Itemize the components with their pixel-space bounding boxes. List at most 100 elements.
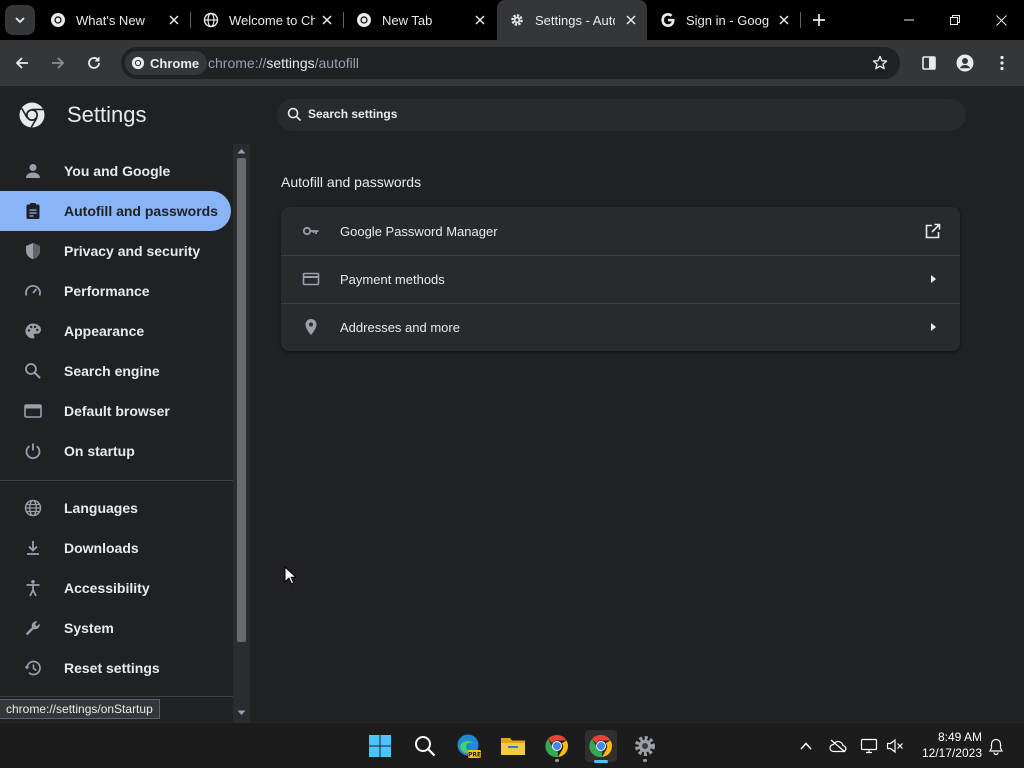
- external-link-icon[interactable]: [924, 222, 942, 240]
- close-icon[interactable]: [319, 12, 335, 28]
- tab-settings[interactable]: Settings - Auto: [497, 0, 647, 40]
- tab-title: Welcome to Ch: [229, 12, 315, 28]
- back-button[interactable]: [8, 49, 36, 77]
- search-icon: [287, 107, 302, 122]
- settings-search[interactable]: Search settings: [277, 99, 966, 131]
- reload-icon: [88, 57, 100, 69]
- close-icon[interactable]: [776, 12, 792, 28]
- sidebar-item-accessibility[interactable]: Accessibility: [0, 568, 231, 608]
- minimize-button[interactable]: [886, 0, 932, 40]
- sidebar-item-search-engine[interactable]: Search engine: [0, 351, 231, 391]
- taskbar-settings[interactable]: [629, 730, 661, 762]
- running-indicator: [555, 759, 559, 762]
- chrome-icon: [131, 56, 145, 70]
- accessibility-icon: [26, 580, 40, 597]
- sidebar-item-privacy[interactable]: Privacy and security: [0, 231, 231, 271]
- sidebar-item-you-and-google[interactable]: You and Google: [0, 151, 231, 191]
- reload-button[interactable]: [80, 49, 108, 77]
- sidebar-item-label: Search engine: [64, 363, 160, 379]
- cloud-offline-icon: [829, 739, 847, 753]
- tab-new-tab[interactable]: New Tab: [344, 0, 496, 40]
- system-clock[interactable]: 8:49 AM 12/17/2023: [912, 729, 982, 761]
- address-bar[interactable]: Chrome chrome://settings/autofill: [121, 47, 900, 79]
- tab-title: Settings - Auto: [535, 12, 615, 28]
- sidebar-item-reset-settings[interactable]: Reset settings: [0, 648, 231, 688]
- sidebar-item-system[interactable]: System: [0, 608, 231, 648]
- network-icon: [860, 738, 878, 754]
- sidebar-item-languages[interactable]: Languages: [0, 488, 231, 528]
- url-text[interactable]: chrome://settings/autofill: [208, 55, 359, 71]
- settings-gear-icon: [635, 736, 655, 756]
- arrow-left-icon: [15, 57, 28, 69]
- tab-welcome[interactable]: Welcome to Ch: [191, 0, 343, 40]
- restore-button[interactable]: [932, 0, 978, 40]
- sidebar-item-appearance[interactable]: Appearance: [0, 311, 231, 351]
- scroll-up-icon[interactable]: [237, 148, 246, 154]
- notifications-button[interactable]: [986, 736, 1006, 756]
- taskbar-chrome-active[interactable]: [585, 730, 617, 763]
- forward-button[interactable]: [44, 49, 72, 77]
- palette-icon: [25, 323, 41, 339]
- taskbar-file-explorer[interactable]: [497, 730, 529, 762]
- chrome-icon: [51, 13, 65, 27]
- scrollbar-thumb[interactable]: [237, 158, 246, 642]
- taskbar-search-button[interactable]: [409, 730, 441, 762]
- sidebar-item-label: Privacy and security: [64, 243, 201, 259]
- power-icon: [25, 443, 41, 460]
- tab-sign-in[interactable]: Sign in - Googl: [648, 0, 800, 40]
- password-manager-row[interactable]: Google Password Manager: [281, 207, 960, 255]
- menu-button[interactable]: [988, 49, 1016, 77]
- row-label: Addresses and more: [340, 320, 460, 335]
- onedrive-tray[interactable]: [828, 736, 848, 756]
- tab-title: What's New: [76, 12, 145, 28]
- start-button[interactable]: [364, 730, 396, 762]
- section-title: Autofill and passwords: [281, 174, 422, 190]
- arrow-right-icon[interactable]: [924, 270, 942, 288]
- volume-tray[interactable]: [885, 736, 905, 756]
- new-tab-button[interactable]: [801, 0, 837, 40]
- sidebar-item-autofill[interactable]: Autofill and passwords: [0, 191, 231, 231]
- gear-icon: [511, 14, 523, 26]
- sidebar-divider: [0, 480, 233, 481]
- tab-search-button[interactable]: [5, 5, 35, 35]
- sidebar-item-on-startup[interactable]: On startup: [0, 431, 231, 471]
- sidebar-item-performance[interactable]: Performance: [0, 271, 231, 311]
- close-icon[interactable]: [472, 12, 488, 28]
- windows-taskbar: PRE 8:49 AM 12/17/2023: [0, 722, 1024, 768]
- side-panel-button[interactable]: [915, 49, 943, 77]
- download-icon: [27, 541, 39, 555]
- chrome-logo-icon: [19, 102, 45, 128]
- show-hidden-icons-button[interactable]: [796, 736, 816, 756]
- sidebar-item-label: Accessibility: [64, 580, 150, 596]
- tab-whats-new[interactable]: What's New: [38, 0, 190, 40]
- sidebar-item-downloads[interactable]: Downloads: [0, 528, 231, 568]
- url-host: settings: [266, 55, 315, 71]
- arrow-right-icon[interactable]: [924, 318, 942, 336]
- search-icon: [25, 363, 41, 379]
- clock-time: 8:49 AM: [937, 730, 982, 744]
- credit-card-icon: [302, 272, 320, 286]
- close-icon[interactable]: [166, 12, 182, 28]
- close-icon[interactable]: [623, 12, 639, 28]
- profile-button[interactable]: [951, 49, 979, 77]
- network-tray[interactable]: [859, 736, 879, 756]
- scroll-down-icon[interactable]: [237, 710, 246, 716]
- site-info-chip[interactable]: Chrome: [125, 51, 208, 75]
- sidebar-item-default-browser[interactable]: Default browser: [0, 391, 231, 431]
- avatar-icon: [956, 54, 974, 72]
- minimize-icon: [904, 19, 914, 21]
- page-title: Settings: [67, 102, 147, 127]
- taskbar-chrome[interactable]: [541, 730, 573, 762]
- globe-icon: [24, 499, 42, 517]
- chrome-icon: [357, 13, 371, 27]
- payment-methods-row[interactable]: Payment methods: [281, 255, 960, 303]
- browser-toolbar: Chrome chrome://settings/autofill: [0, 40, 1024, 86]
- addresses-row[interactable]: Addresses and more: [281, 303, 960, 351]
- autofill-card: Google Password Manager Payment methods …: [281, 207, 960, 351]
- close-window-button[interactable]: [978, 0, 1024, 40]
- sidebar-scrollbar[interactable]: [233, 144, 250, 722]
- search-input[interactable]: Search settings: [308, 107, 397, 121]
- taskbar-edge-beta[interactable]: PRE: [453, 730, 485, 762]
- search-icon: [415, 736, 436, 757]
- bookmark-button[interactable]: [866, 49, 894, 77]
